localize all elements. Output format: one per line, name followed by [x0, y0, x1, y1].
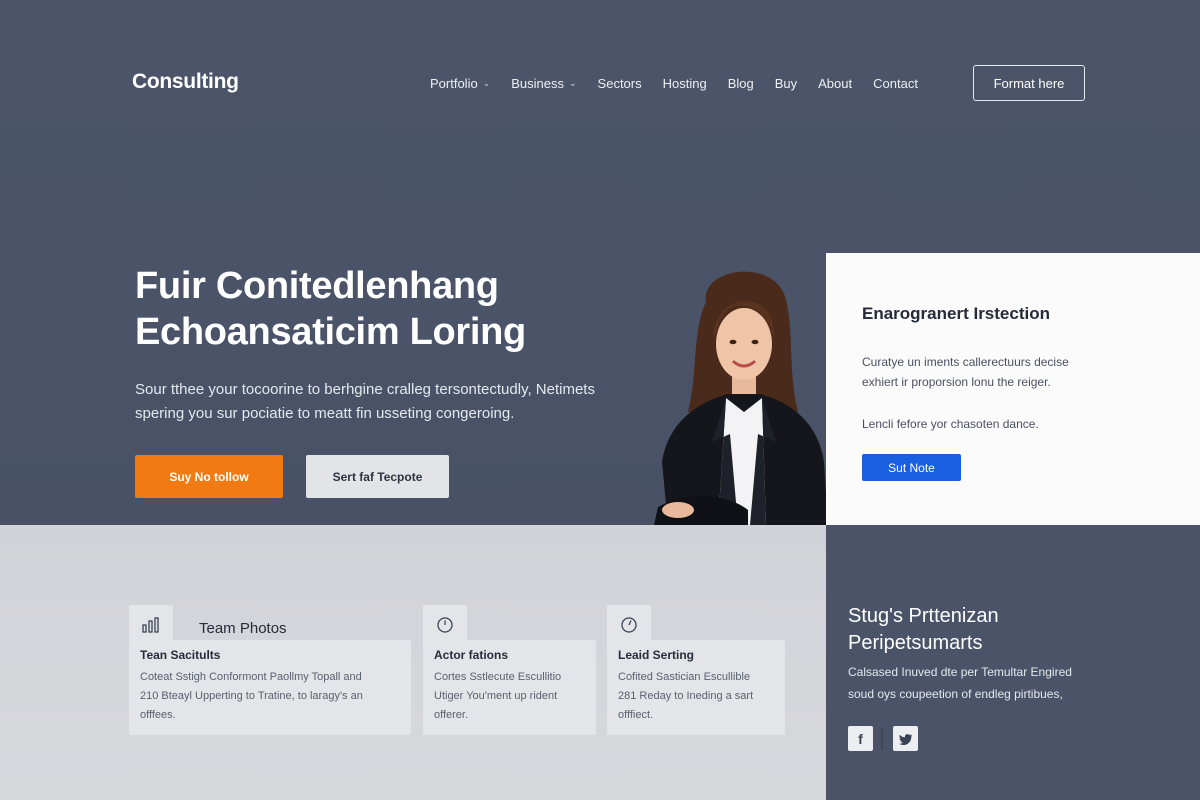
nav-label: Contact — [873, 75, 918, 91]
side-text-line: Calsased Inuved dte per Temultar Engired — [848, 665, 1072, 679]
nav-item-portfolio[interactable]: Portfolio ⌄ — [430, 76, 490, 91]
side-section: Stug's Prttenizan Peripetsumarts Calsase… — [826, 525, 1200, 800]
side-text-line: soud oys coupeetion of endleg pirtibues, — [848, 687, 1063, 701]
feature-card-title: Actor fations — [434, 648, 509, 662]
feature-card-title: Leaid Serting — [618, 648, 695, 662]
header-cta-button[interactable]: Format here — [973, 65, 1085, 101]
facebook-icon[interactable]: f — [848, 726, 873, 751]
feature-tab-2 — [423, 605, 467, 645]
nav-label: Blog — [727, 75, 754, 91]
feature-card-text-line: Cortes Sstlecute Escullitio — [434, 671, 562, 683]
nav-label: Buy — [774, 75, 798, 91]
feature-card-text: Cortes Sstlecute Escullitio Utiger You'm… — [434, 668, 561, 725]
nav-item-blog[interactable]: Blog — [728, 76, 754, 91]
feature-card[interactable]: Tean Sacitults Coteat Sstigh Conformont … — [129, 640, 411, 735]
feature-card-text: Coteat Sstigh Conformont Paollmy Topall … — [140, 668, 363, 725]
feature-card-text-line: Cofited Sastician Escullible — [618, 671, 751, 683]
feature-card-text-line: Utiger You'ment up rident — [434, 690, 558, 702]
nav-item-buy[interactable]: Buy — [775, 76, 797, 91]
feature-card[interactable]: Leaid Serting Cofited Sastician Escullib… — [607, 640, 785, 735]
info-card-title: Enarogranert Irstection — [862, 304, 1050, 323]
clock-icon — [437, 617, 453, 633]
chevron-down-icon: ⌄ — [482, 77, 491, 88]
twitter-icon[interactable] — [893, 726, 918, 751]
feature-card-text-line: offerer. — [434, 709, 469, 721]
hero-title-line: Fuir Conitedlenhang — [135, 265, 499, 307]
primary-cta-button[interactable]: Suy No tollow — [135, 455, 283, 498]
nav-label: Sectors — [597, 75, 642, 91]
side-title: Stug's Prttenizan Peripetsumarts — [848, 603, 1188, 657]
feature-tab-3 — [607, 605, 651, 645]
hero-subtitle-line: spering you sur pociatie to meatt fin us… — [135, 405, 515, 422]
feature-card-text-line: 210 Bteayl Upperting to Tratine, to lara… — [140, 690, 363, 702]
hero-subtitle-line: Sour tthee your tocoorine to berhgine cr… — [135, 381, 595, 398]
social-divider — [881, 727, 883, 750]
hero-title: Fuir Conitedlenhang Echoansaticim Loring — [135, 263, 695, 355]
nav-item-business[interactable]: Business ⌄ — [511, 76, 576, 91]
chevron-down-icon: ⌄ — [569, 77, 577, 88]
secondary-cta-button[interactable]: Sert faf Tecpote — [306, 455, 449, 498]
side-title-line: Peripetsumarts — [848, 632, 983, 654]
nav-label: Portfolio — [430, 75, 478, 91]
person-photo — [648, 262, 828, 525]
twitter-bird-glyph — [898, 733, 912, 745]
feature-card-text-line: Coteat Sstigh Conformont Paollmy Topall … — [140, 671, 362, 683]
main-nav: Portfolio ⌄ Business ⌄ Sectors Hosting B… — [430, 74, 918, 92]
feature-card-text-line: 281 Reday to Ineding a sart — [618, 690, 754, 702]
nav-item-about[interactable]: About — [818, 76, 852, 91]
info-card: Enarogranert Irstection Curatye un iment… — [826, 253, 1200, 525]
features-section: Team Photos Tean Sacitults Coteat Sstigh… — [0, 525, 826, 800]
feature-card[interactable]: Actor fations Cortes Sstlecute Esculliti… — [423, 640, 596, 735]
team-photos-heading: Team Photos — [199, 620, 287, 637]
bar-chart-icon — [142, 617, 159, 633]
feature-card-text: Cofited Sastician Escullible 281 Reday t… — [618, 668, 753, 725]
feature-card-title: Tean Sacitults — [140, 648, 221, 662]
nav-item-hosting[interactable]: Hosting — [663, 76, 707, 91]
nav-label: Hosting — [662, 75, 707, 91]
side-title-line: Stug's Prttenizan — [848, 605, 999, 627]
person-illustration — [654, 271, 828, 525]
info-card-text-line: Curatye un iments callerectuurs decise — [862, 355, 1069, 369]
target-icon — [621, 617, 637, 633]
nav-label: About — [818, 75, 853, 91]
info-card-note: Lencli fefore yor chasoten dance. — [862, 417, 1039, 431]
info-card-button[interactable]: Sut Note — [862, 454, 961, 481]
info-card-text: Curatye un iments callerectuurs decise e… — [862, 352, 1162, 392]
nav-label: Business — [511, 75, 564, 91]
feature-card-text-line: offfees. — [140, 709, 176, 721]
hero-subtitle: Sour tthee your tocoorine to berhgine cr… — [135, 378, 655, 426]
side-text: Calsased Inuved dte per Temultar Engired… — [848, 661, 1188, 705]
feature-card-text-line: offfiect. — [618, 709, 654, 721]
nav-item-sectors[interactable]: Sectors — [598, 76, 642, 91]
feature-tab-1 — [129, 605, 173, 645]
logo[interactable]: Consulting — [132, 70, 239, 94]
info-card-text-line: exhiert ir proporsion lonu the reiger. — [862, 375, 1051, 389]
hero-title-line: Echoansaticim Loring — [135, 311, 526, 353]
nav-item-contact[interactable]: Contact — [873, 76, 918, 91]
